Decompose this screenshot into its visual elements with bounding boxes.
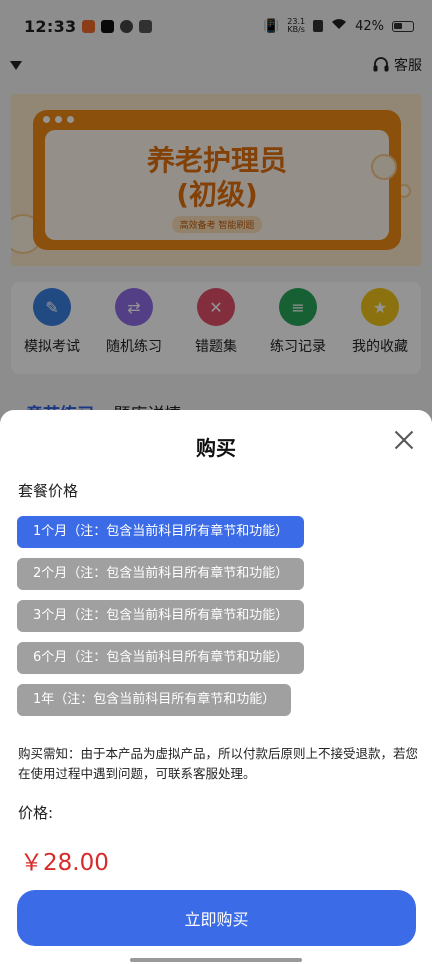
purchase-sheet: 购买 套餐价格 1个月（注：包含当前科目所有章节和功能） 2个月（注：包含当前科…	[0, 410, 432, 964]
package-option-6-months[interactable]: 6个月（注：包含当前科目所有章节和功能）	[17, 642, 305, 674]
package-option-3-months[interactable]: 3个月（注：包含当前科目所有章节和功能）	[17, 600, 305, 632]
package-price-label: 套餐价格	[18, 482, 79, 500]
home-indicator[interactable]	[130, 958, 302, 962]
close-icon[interactable]	[394, 430, 414, 450]
price-label: 价格:	[18, 804, 54, 822]
sheet-title: 购买	[196, 436, 236, 460]
purchase-notice: 购买需知：由于本产品为虚拟产品，所以付款后原则上不接受退款，若您在使用过程中遇到…	[18, 746, 419, 781]
package-option-2-months[interactable]: 2个月（注：包含当前科目所有章节和功能）	[17, 558, 305, 590]
package-option-1-month[interactable]: 1个月（注：包含当前科目所有章节和功能）	[17, 516, 305, 548]
package-options: 1个月（注：包含当前科目所有章节和功能） 2个月（注：包含当前科目所有章节和功能…	[17, 516, 305, 726]
buy-now-button[interactable]: 立即购买	[17, 890, 416, 946]
price-value: ￥28.00	[20, 850, 109, 876]
package-option-1-year[interactable]: 1年（注：包含当前科目所有章节和功能）	[17, 684, 292, 716]
